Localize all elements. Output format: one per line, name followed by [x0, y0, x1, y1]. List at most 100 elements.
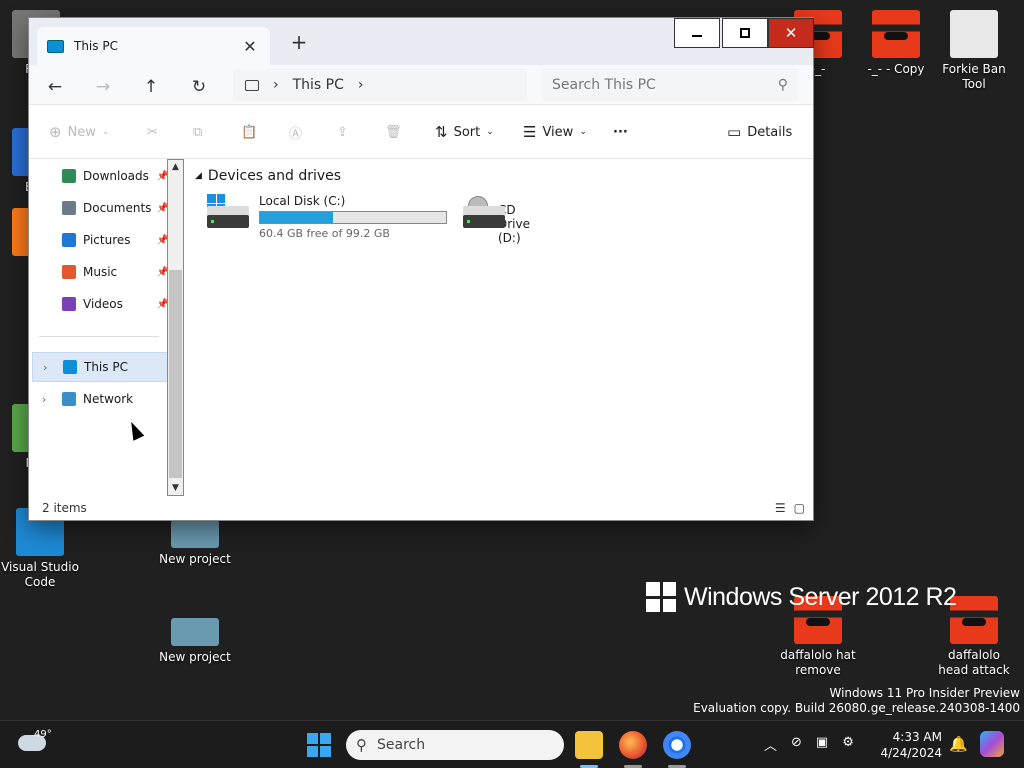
chevron-down-icon: ⌄	[101, 127, 110, 137]
system-tray: ︿ ⊘ ▣ ⚙	[764, 735, 854, 754]
taskbar: 49° ⚲ Search ︿ ⊘ ▣ ⚙ 4:33 AM 4/24/2024 🔔	[0, 720, 1024, 768]
notification-bell-icon[interactable]: 🔔	[949, 735, 968, 753]
minimize-icon	[692, 35, 702, 37]
gear-icon	[950, 10, 998, 58]
breadcrumb-chevron-icon[interactable]: ›	[358, 77, 364, 93]
refresh-button[interactable]: ↻	[185, 73, 213, 101]
close-tab-icon[interactable]: ✕	[240, 37, 260, 56]
sidebar-item-network[interactable]: › Network	[32, 384, 169, 414]
tab-this-pc[interactable]: This PC ✕	[37, 27, 270, 65]
rename-icon[interactable]: Ⓐ	[289, 119, 302, 145]
minimize-button[interactable]	[674, 18, 720, 48]
hard-drive-icon	[207, 194, 251, 230]
copilot-icon[interactable]	[980, 731, 1004, 757]
avatar-icon	[872, 10, 920, 58]
display-icon[interactable]: ▣	[816, 735, 828, 754]
breadcrumb-this-pc[interactable]: This PC	[293, 77, 344, 93]
accessibility-icon[interactable]: ⚙	[842, 735, 854, 754]
scroll-down-icon[interactable]: ▼	[168, 483, 183, 493]
chevron-up-icon[interactable]: ︿	[764, 735, 777, 754]
folder-icon	[62, 265, 76, 279]
nav-scrollbar[interactable]: ▲ ▼	[167, 159, 184, 496]
item-count: 2 items	[42, 501, 87, 515]
search-icon: ⚲	[777, 77, 788, 93]
scroll-thumb[interactable]	[169, 270, 182, 478]
desktop-icon-label: daffalolo hat remove	[780, 648, 856, 677]
desktop-icon[interactable]: -_- - Copy	[856, 10, 936, 77]
delete-icon[interactable]: 🗑	[385, 119, 402, 145]
desktop-icon-label: -_- - Copy	[867, 62, 925, 76]
weather-widget[interactable]: 49°	[18, 729, 52, 751]
group-header[interactable]: ◢ Devices and drives	[195, 168, 395, 184]
desktop-icon[interactable]: New project	[155, 606, 235, 665]
clock[interactable]: 4:33 AM 4/24/2024	[880, 729, 942, 761]
app-icon	[171, 520, 219, 548]
app-icon	[171, 618, 219, 646]
new-button[interactable]: ⊕ New ⌄	[49, 119, 109, 145]
drive-c[interactable]: Local Disk (C:) 60.4 GB free of 99.2 GB	[207, 194, 447, 240]
desktop-icon[interactable]: Visual Studio Code	[0, 508, 80, 590]
tab-title: This PC	[74, 39, 118, 53]
up-button[interactable]: ↑	[137, 73, 165, 101]
taskbar-search[interactable]: ⚲ Search	[346, 730, 564, 760]
desktop-icon-label: New project	[159, 552, 231, 566]
search-box[interactable]: Search This PC ⚲	[542, 69, 798, 101]
chevron-down-icon: ⌄	[486, 127, 494, 137]
new-tab-button[interactable]: +	[287, 30, 311, 54]
command-bar: ⊕ New ⌄ ✂ ⧉ 📋 Ⓐ ⇪ 🗑 ⇅ Sort ⌄ ☰ View ⌄ ··…	[29, 105, 813, 159]
tiles-view-icon[interactable]: ▢	[794, 501, 805, 515]
details-view-icon[interactable]: ☰	[775, 501, 786, 515]
copy-icon[interactable]: ⧉	[193, 119, 202, 145]
sidebar-item-music[interactable]: Music 📌	[32, 257, 169, 287]
navigation-pane: Downloads 📌 Documents 📌 Pictures 📌 Music 📌 Video…	[29, 159, 185, 496]
computer-icon	[47, 39, 64, 53]
search-icon: ⚲	[356, 736, 367, 754]
file-explorer-window: This PC ✕ + ✕ ← → ↑ ↻ › This PC › Search…	[29, 18, 814, 520]
folder-icon	[62, 201, 76, 215]
drive-d[interactable]: CD Drive (D:)	[463, 194, 547, 245]
paste-icon[interactable]: 📋	[241, 119, 257, 145]
sidebar-item-documents[interactable]: Documents 📌	[32, 193, 169, 223]
address-bar[interactable]: › This PC ›	[233, 69, 527, 101]
desktop-icon[interactable]: Forkie Ban Tool	[934, 10, 1014, 92]
title-bar[interactable]: This PC ✕ + ✕	[29, 18, 814, 65]
breadcrumb-separator-icon: ›	[273, 77, 279, 93]
back-button[interactable]: ←	[41, 73, 69, 101]
collapse-arrow-icon: ◢	[195, 171, 202, 181]
sort-icon: ⇅	[435, 123, 448, 141]
chevron-right-icon[interactable]: ›	[42, 393, 46, 406]
avatar-icon	[950, 596, 998, 644]
network-icon	[62, 392, 76, 406]
drive-name: CD Drive (D:)	[497, 203, 530, 245]
plus-circle-icon: ⊕	[49, 123, 62, 141]
folder-icon	[62, 233, 76, 247]
sidebar-item-videos[interactable]: Videos 📌	[32, 289, 169, 319]
chrome-icon[interactable]	[663, 731, 691, 759]
maximize-button[interactable]	[722, 18, 768, 48]
scroll-up-icon[interactable]: ▲	[168, 162, 183, 172]
file-explorer-taskbar-icon[interactable]	[575, 731, 603, 759]
share-icon[interactable]: ⇪	[337, 119, 348, 145]
search-input[interactable]: Search This PC	[552, 77, 656, 93]
network-off-icon[interactable]: ⊘	[791, 735, 802, 754]
sort-button[interactable]: ⇅ Sort ⌄	[435, 119, 494, 145]
forward-button[interactable]: →	[89, 73, 117, 101]
sidebar-item-downloads[interactable]: Downloads 📌	[32, 161, 169, 191]
desktop-icon-label: daffalolo head attack	[938, 648, 1010, 677]
cd-drive-icon	[463, 194, 505, 230]
cut-icon[interactable]: ✂	[147, 119, 158, 145]
monitor-icon	[245, 79, 259, 91]
sidebar-item-this-pc[interactable]: › This PC	[32, 352, 169, 382]
sidebar-item-pictures[interactable]: Pictures 📌	[32, 225, 169, 255]
chevron-right-icon[interactable]: ›	[43, 361, 47, 374]
status-bar: 2 items ☰ ▢	[29, 496, 813, 520]
close-window-button[interactable]: ✕	[768, 18, 814, 48]
more-options-button[interactable]: ···	[613, 119, 628, 145]
folder-icon	[62, 297, 76, 311]
view-button[interactable]: ☰ View ⌄	[523, 119, 587, 145]
folder-icon	[62, 169, 76, 183]
start-button[interactable]	[307, 733, 331, 757]
firefox-icon[interactable]	[619, 731, 647, 759]
details-button[interactable]: ▭ Details	[727, 119, 792, 145]
evaluation-notice: Windows 11 Pro Insider Preview Evaluatio…	[693, 686, 1020, 715]
